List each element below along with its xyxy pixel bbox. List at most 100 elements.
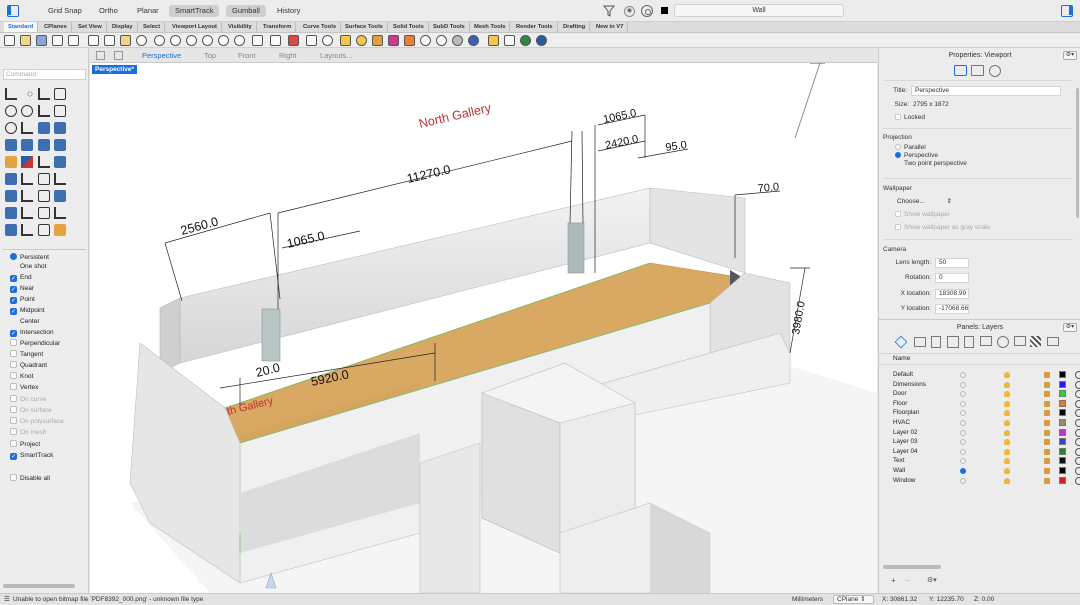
osnap-checkbox[interactable] bbox=[10, 253, 17, 260]
osnap-vertex[interactable]: Vertex bbox=[10, 383, 38, 393]
show-wallpaper-checkbox[interactable]: Show wallpaper bbox=[895, 210, 950, 220]
layer-color-swatch[interactable] bbox=[1059, 390, 1066, 398]
open-file-icon[interactable] bbox=[20, 35, 31, 46]
display-tab-icon[interactable] bbox=[980, 336, 992, 346]
check-box[interactable] bbox=[895, 224, 901, 230]
osnap-checkbox[interactable] bbox=[10, 453, 17, 460]
layer-material-icon[interactable] bbox=[1075, 438, 1080, 447]
layer-row[interactable]: Dimensions bbox=[879, 380, 1080, 390]
ortho-toggle[interactable]: Ortho bbox=[93, 5, 124, 17]
hatch-icon[interactable] bbox=[504, 35, 515, 46]
grid-array-icon[interactable] bbox=[38, 207, 50, 219]
pan-icon[interactable] bbox=[154, 35, 165, 46]
osnap-checkbox[interactable] bbox=[10, 383, 17, 390]
move-icon[interactable] bbox=[21, 173, 33, 185]
tab-visibility[interactable]: Visibility bbox=[224, 22, 257, 32]
light-bulb-icon[interactable] bbox=[1004, 381, 1010, 388]
layer-material-icon[interactable] bbox=[1075, 428, 1080, 437]
viewport-size-icon[interactable] bbox=[971, 65, 984, 76]
tab-set-view[interactable]: Set View bbox=[74, 22, 107, 32]
file-tab-icon[interactable] bbox=[964, 336, 974, 348]
array-icon[interactable] bbox=[5, 207, 17, 219]
layer-row[interactable]: Layer 03 bbox=[879, 437, 1080, 447]
history-toggle[interactable]: History bbox=[271, 5, 306, 17]
tab-new-in-v7[interactable]: New in V7 bbox=[592, 22, 629, 32]
extrude-icon[interactable] bbox=[38, 139, 50, 151]
tab-right[interactable]: Right bbox=[279, 50, 297, 61]
add-layer-icon[interactable]: + bbox=[891, 576, 896, 585]
osnap-point[interactable]: Point bbox=[10, 295, 35, 305]
layer-name[interactable]: Floor bbox=[893, 399, 907, 409]
osnap-checkbox[interactable] bbox=[10, 440, 17, 447]
layer-name[interactable]: Default bbox=[893, 370, 913, 380]
grid-view-icon[interactable] bbox=[96, 51, 105, 60]
layer-row[interactable]: Window bbox=[879, 476, 1080, 486]
mirror-icon[interactable] bbox=[38, 190, 50, 202]
left-panel-toggle-icon[interactable] bbox=[7, 5, 19, 17]
units-label[interactable]: Millimeters bbox=[792, 594, 823, 605]
snap-icon[interactable] bbox=[340, 35, 351, 46]
current-layer-radio[interactable] bbox=[960, 391, 966, 398]
light-bulb-icon[interactable] bbox=[1004, 372, 1010, 378]
layer-name[interactable]: Wall bbox=[893, 466, 905, 476]
circle-icon[interactable] bbox=[5, 105, 17, 117]
osnap-checkbox[interactable] bbox=[10, 330, 17, 337]
print-icon[interactable] bbox=[52, 35, 63, 46]
osnap-one-shot[interactable]: One shot bbox=[10, 262, 46, 272]
render-icon[interactable] bbox=[436, 35, 447, 46]
light-bulb-icon[interactable] bbox=[1004, 477, 1010, 484]
tab-top[interactable]: Top bbox=[204, 50, 216, 61]
osnap-intersection[interactable]: Intersection bbox=[10, 328, 54, 338]
osnap-near[interactable]: Near bbox=[10, 284, 34, 294]
layer-name[interactable]: Floorplan bbox=[893, 408, 919, 418]
dimension-icon[interactable] bbox=[488, 35, 499, 46]
osnap-checkbox[interactable] bbox=[10, 395, 17, 402]
new-file-icon[interactable] bbox=[4, 35, 15, 46]
current-layer-radio[interactable] bbox=[960, 429, 966, 436]
current-layer-selector[interactable]: Wall bbox=[674, 4, 844, 17]
current-layer-radio[interactable] bbox=[960, 448, 966, 455]
viewport-title-label[interactable]: Perspective* bbox=[92, 65, 138, 74]
osnap-checkbox[interactable] bbox=[10, 428, 17, 435]
layer-color-swatch[interactable] bbox=[1059, 428, 1066, 436]
camera-icon[interactable]: ◉ bbox=[624, 6, 635, 17]
tab-viewport-layout[interactable]: Viewport Layout bbox=[168, 22, 222, 32]
viewport-camera-icon[interactable] bbox=[954, 65, 967, 76]
polygon-icon[interactable] bbox=[38, 105, 50, 117]
radio-circle[interactable] bbox=[895, 144, 901, 150]
check-box[interactable] bbox=[895, 211, 901, 217]
layer-material-icon[interactable] bbox=[1075, 419, 1080, 427]
drafting-tool-icon[interactable] bbox=[54, 224, 66, 236]
lock-icon[interactable] bbox=[1044, 458, 1050, 465]
osnap-checkbox[interactable] bbox=[10, 417, 17, 424]
lock-icon[interactable] bbox=[1044, 439, 1050, 446]
tab-mesh-tools[interactable]: Mesh Tools bbox=[470, 22, 511, 32]
layer-color-swatch[interactable] bbox=[1059, 438, 1066, 446]
viewport-link-icon[interactable] bbox=[989, 65, 1001, 77]
layer-material-icon[interactable] bbox=[1075, 399, 1080, 408]
light-bulb-icon[interactable] bbox=[1004, 468, 1010, 474]
viewport-title-field[interactable]: Perspective bbox=[911, 86, 1061, 96]
cut-icon[interactable] bbox=[88, 35, 99, 46]
osnap-perpendicular[interactable]: Perpendicular bbox=[10, 339, 60, 349]
shaded-icon[interactable] bbox=[420, 35, 431, 46]
tab-surface-tools[interactable]: Surface Tools bbox=[341, 22, 388, 32]
current-layer-radio[interactable] bbox=[960, 477, 966, 484]
point-icon[interactable] bbox=[27, 91, 33, 97]
right-panel-toggle-icon[interactable] bbox=[1061, 5, 1073, 17]
blocks-tab-icon[interactable] bbox=[947, 336, 959, 348]
lens-icon[interactable] bbox=[306, 35, 317, 46]
osnap-checkbox[interactable] bbox=[10, 361, 17, 368]
light-bulb-icon[interactable] bbox=[1004, 448, 1010, 455]
filter-icon[interactable] bbox=[603, 5, 615, 17]
layer-row[interactable]: Door bbox=[879, 389, 1080, 399]
layer-row[interactable]: Text bbox=[879, 456, 1080, 466]
light-bulb-icon[interactable] bbox=[1004, 420, 1010, 426]
zoom-target-icon[interactable] bbox=[322, 35, 333, 46]
light-bulb-icon[interactable] bbox=[1004, 400, 1010, 407]
layer-color-swatch[interactable] bbox=[1059, 467, 1066, 474]
properties-icon[interactable] bbox=[404, 35, 415, 46]
perspective-viewport[interactable]: Perspective* North Gallery th Gallery 25… bbox=[90, 63, 877, 593]
grid-icon[interactable] bbox=[270, 35, 281, 46]
osnap-smarttrack[interactable]: SmartTrack bbox=[10, 451, 53, 461]
